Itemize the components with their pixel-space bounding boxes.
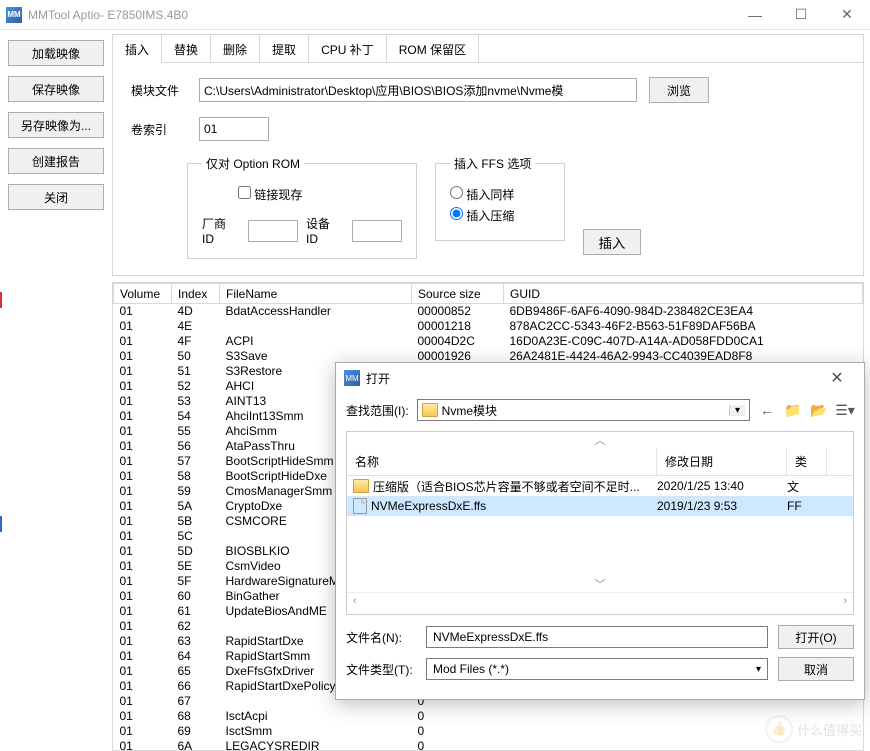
volume-index-input[interactable] (199, 117, 269, 141)
file-type-label: 文件类型(T): (346, 661, 416, 678)
table-row[interactable]: 0168IsctAcpi0 (114, 709, 863, 724)
table-row[interactable]: 014DBdatAccessHandler000008526DB9486F-6A… (114, 304, 863, 320)
look-in-combo[interactable]: Nvme模块 ▾ (417, 399, 750, 421)
tab-delete[interactable]: 删除 (211, 35, 260, 62)
option-rom-legend: 仅对 Option ROM (202, 155, 304, 172)
table-row[interactable]: 016ALEGACYSREDIR0 (114, 739, 863, 751)
col-filename[interactable]: FileName (220, 284, 412, 304)
vendor-id-label: 厂商 ID (202, 215, 240, 246)
tabstrip: 插入 替换 删除 提取 CPU 补丁 ROM 保留区 (113, 35, 863, 63)
scroll-up-icon[interactable]: ︿ (347, 432, 853, 448)
top-panel: 插入 替换 删除 提取 CPU 补丁 ROM 保留区 模块文件 浏览 卷索引 (112, 34, 864, 276)
chevron-down-icon[interactable]: ▾ (729, 405, 745, 416)
scroll-down-icon[interactable]: ﹀ (347, 576, 853, 592)
dialog-title: 打开 (366, 370, 818, 387)
minimize-button[interactable]: — (732, 0, 778, 30)
tab-rom-reserve[interactable]: ROM 保留区 (387, 35, 479, 62)
file-type-combo[interactable]: Mod Files (*.*) ▾ (426, 658, 768, 680)
table-row[interactable]: 014E00001218878AC2CC-5343-46F2-B563-51F8… (114, 319, 863, 334)
option-rom-group: 仅对 Option ROM 链接现存 厂商 ID 设备 ID (187, 155, 417, 259)
up-folder-icon[interactable]: 📁 (784, 401, 802, 419)
device-id-input[interactable] (352, 220, 402, 242)
file-name-input[interactable] (426, 626, 768, 648)
back-icon[interactable]: ← (758, 401, 776, 419)
col-source-size[interactable]: Source size (412, 284, 504, 304)
col-name[interactable]: 名称 (347, 448, 657, 475)
app-icon: MM (6, 7, 22, 23)
col-index[interactable]: Index (172, 284, 220, 304)
look-in-label: 查找范围(I): (346, 402, 409, 419)
thumbs-up-icon: 👍 (765, 715, 793, 743)
chevron-down-icon[interactable]: ▾ (756, 664, 761, 675)
titlebar: MM MMTool Aptio- E7850IMS.4B0 — ☐ ✕ (0, 0, 870, 30)
module-file-label: 模块文件 (131, 82, 187, 99)
new-folder-icon[interactable]: 📂 (810, 401, 828, 419)
col-type[interactable]: 类 (787, 448, 827, 475)
accent-mark (0, 292, 2, 308)
sidebar: 加载映像 保存映像 另存映像为... 创建报告 关闭 (0, 30, 112, 751)
col-guid[interactable]: GUID (504, 284, 863, 304)
file-list-row[interactable]: NVMeExpressDxE.ffs2019/1/23 9:53FF (347, 496, 853, 516)
open-dialog: MM 打开 ✕ 查找范围(I): Nvme模块 ▾ ← 📁 📂 ☰▾ ︿ 名称 … (335, 362, 865, 700)
scroll-right-icon[interactable]: › (843, 595, 847, 607)
ffs-options-legend: 插入 FFS 选项 (450, 155, 535, 172)
save-image-button[interactable]: 保存映像 (8, 76, 104, 102)
tab-insert[interactable]: 插入 (113, 35, 162, 63)
close-button[interactable]: ✕ (824, 0, 870, 30)
ffs-insert-same-radio[interactable]: 插入同样 (450, 186, 550, 203)
device-id-label: 设备 ID (306, 215, 344, 246)
vendor-id-input[interactable] (248, 220, 298, 242)
view-menu-icon[interactable]: ☰▾ (836, 401, 854, 419)
volume-index-label: 卷索引 (131, 121, 187, 138)
dialog-icon: MM (344, 370, 360, 386)
table-row[interactable]: 0169IsctSmm0 (114, 724, 863, 739)
link-existing-checkbox[interactable]: 链接现存 (238, 188, 302, 202)
window-title: MMTool Aptio- E7850IMS.4B0 (28, 8, 732, 22)
col-volume[interactable]: Volume (114, 284, 172, 304)
watermark: 👍 什么值得买 (765, 715, 862, 743)
maximize-button[interactable]: ☐ (778, 0, 824, 30)
table-row[interactable]: 014FACPI00004D2C16D0A23E-C09C-407D-A14A-… (114, 334, 863, 349)
cancel-button[interactable]: 取消 (778, 657, 854, 681)
module-file-input[interactable] (199, 78, 637, 102)
open-button[interactable]: 打开(O) (778, 625, 854, 649)
file-icon (353, 498, 367, 514)
col-date[interactable]: 修改日期 (657, 448, 787, 475)
tab-cpu-patch[interactable]: CPU 补丁 (309, 35, 387, 62)
file-list[interactable]: ︿ 名称 修改日期 类 压缩版（适合BIOS芯片容量不够或者空间不足时...20… (346, 431, 854, 615)
folder-icon (422, 403, 438, 417)
tab-extract[interactable]: 提取 (260, 35, 309, 62)
table-header-row: Volume Index FileName Source size GUID (114, 284, 863, 304)
tab-replace[interactable]: 替换 (162, 35, 211, 62)
browse-button[interactable]: 浏览 (649, 77, 709, 103)
file-list-header: 名称 修改日期 类 (347, 448, 853, 476)
load-image-button[interactable]: 加载映像 (8, 40, 104, 66)
ffs-options-group: 插入 FFS 选项 插入同样 插入压缩 (435, 155, 565, 241)
dialog-close-button[interactable]: ✕ (818, 366, 856, 390)
file-name-label: 文件名(N): (346, 629, 416, 646)
create-report-button[interactable]: 创建报告 (8, 148, 104, 174)
folder-icon (353, 479, 369, 493)
ffs-insert-compressed-radio[interactable]: 插入压缩 (450, 207, 550, 224)
close-image-button[interactable]: 关闭 (8, 184, 104, 210)
file-list-row[interactable]: 压缩版（适合BIOS芯片容量不够或者空间不足时...2020/1/25 13:4… (347, 476, 853, 496)
accent-mark (0, 516, 2, 532)
dialog-titlebar[interactable]: MM 打开 ✕ (336, 363, 864, 393)
insert-button[interactable]: 插入 (583, 229, 641, 255)
look-in-value: Nvme模块 (442, 402, 497, 419)
save-as-button[interactable]: 另存映像为... (8, 112, 104, 138)
